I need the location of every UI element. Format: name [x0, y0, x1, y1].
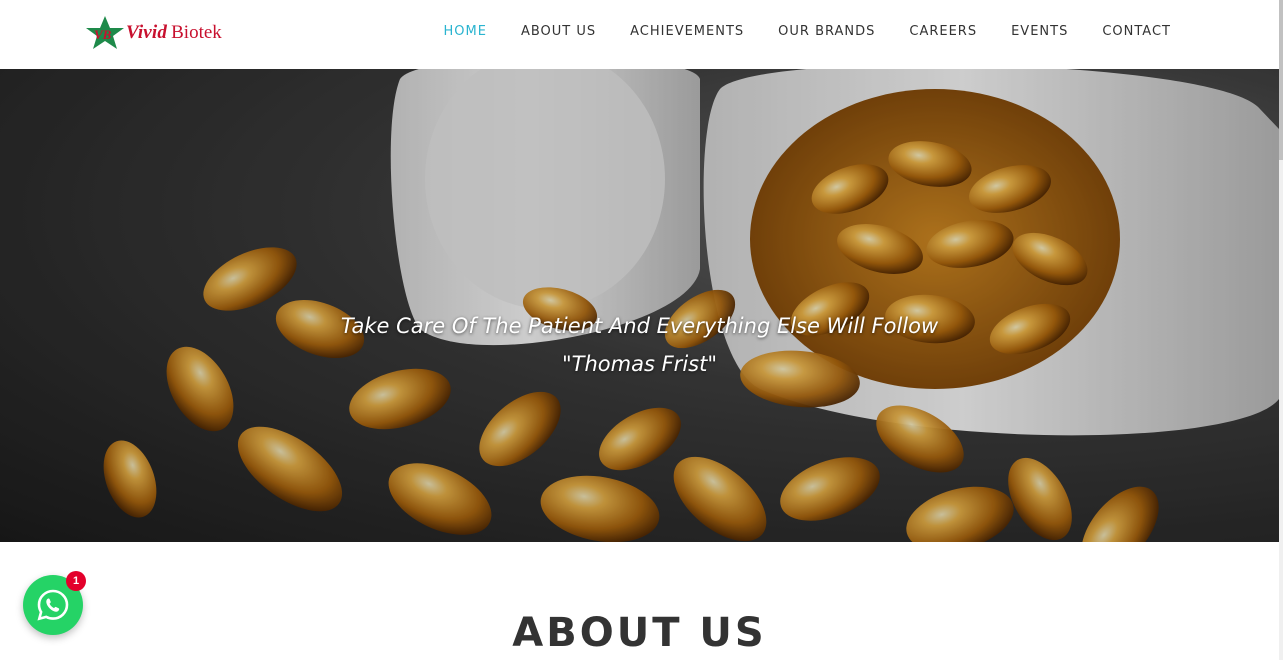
nav-contact[interactable]: CONTACT	[1085, 22, 1188, 42]
nav-events[interactable]: EVENTS	[994, 22, 1085, 42]
hero-quote-author: "Thomas Frist"	[562, 352, 717, 376]
site-header: VB Vivid Biotek HOME ABOUT US ACHIEVEMEN…	[0, 0, 1279, 69]
nav-about-us[interactable]: ABOUT US	[504, 22, 613, 42]
whatsapp-notification-badge: 1	[66, 571, 86, 591]
nav-achievements[interactable]: ACHIEVEMENTS	[613, 22, 761, 42]
page-scrollbar[interactable]	[1279, 0, 1283, 660]
main-nav: HOME ABOUT US ACHIEVEMENTS OUR BRANDS CA…	[427, 22, 1189, 42]
brand-name-vivid: Vivid	[126, 22, 168, 43]
brand-name-biotek: Biotek	[171, 22, 222, 43]
nav-our-brands[interactable]: OUR BRANDS	[761, 22, 892, 42]
hero-banner: Take Care Of The Patient And Everything …	[0, 69, 1279, 542]
about-us-heading: ABOUT US	[512, 610, 767, 656]
star-logo-icon: VB	[86, 16, 124, 49]
hero-overlay	[0, 69, 1279, 542]
scrollbar-thumb[interactable]	[1279, 0, 1283, 160]
whatsapp-icon	[37, 589, 69, 621]
nav-careers[interactable]: CAREERS	[892, 22, 994, 42]
hero-quote: Take Care Of The Patient And Everything …	[340, 314, 939, 338]
logo-mark-text: VB	[94, 27, 112, 42]
page: VB Vivid Biotek HOME ABOUT US ACHIEVEMEN…	[0, 0, 1283, 660]
nav-home[interactable]: HOME	[427, 22, 504, 42]
brand-logo[interactable]: VB Vivid Biotek	[82, 14, 242, 52]
